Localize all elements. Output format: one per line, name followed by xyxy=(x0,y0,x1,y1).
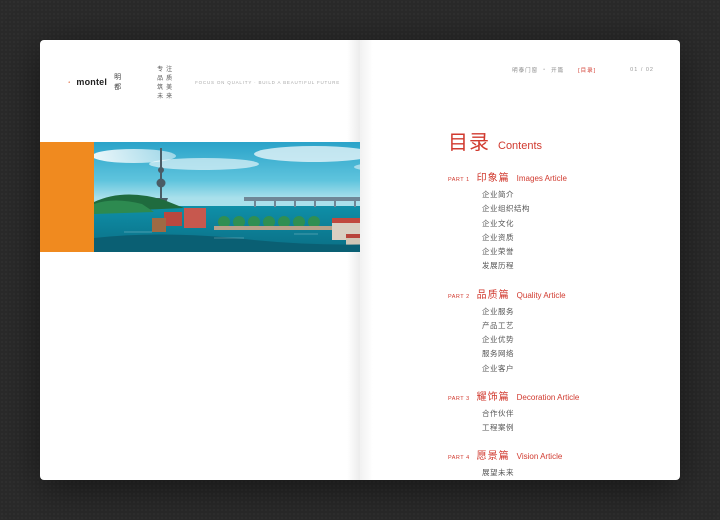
toc-title-cn: 目录 xyxy=(448,126,490,155)
toc-item: 展望未来 xyxy=(482,466,660,480)
toc-part-tag: PART 1 xyxy=(448,177,470,183)
breadcrumb-2: 开篇 xyxy=(551,66,564,74)
toc-item: 企业资质 xyxy=(482,231,660,245)
toc-part-tag: PART 3 xyxy=(448,396,470,402)
toc-part: PART 1 印象篇 Images Article 企业简介企业组织结构企业文化企业资… xyxy=(448,169,660,274)
toc-part-items: 企业服务产品工艺企业优势服务网络企业客户 xyxy=(482,305,660,376)
toc-title-en: Contents xyxy=(498,140,542,152)
logo-wordmark: montel xyxy=(76,77,107,87)
toc-item: 企业服务 xyxy=(482,305,660,319)
toc-part-head: PART 2 品质篇 Quality Article xyxy=(448,286,660,301)
breadcrumb-1: 明泰门窗 xyxy=(512,66,538,74)
toc-part-cn: 愿景篇 xyxy=(477,447,510,462)
tagline-cn: 专注品质 筑美未来 xyxy=(157,64,175,100)
breadcrumb-sep-icon: • xyxy=(543,67,546,73)
toc-item: 发展历程 xyxy=(482,259,660,273)
logo-cn-name: 明都 xyxy=(114,72,121,92)
section-label: [目录] xyxy=(578,66,596,74)
toc-item: 企业优势 xyxy=(482,333,660,347)
toc-part: PART 4 愿景篇 Vision Article 展望未来 xyxy=(448,447,660,480)
book-spread: montel 明都 专注品质 筑美未来 FOCUS ON QUALITY · B… xyxy=(40,40,680,480)
toc-item: 企业简介 xyxy=(482,188,660,202)
page-left: montel 明都 专注品质 筑美未来 FOCUS ON QUALITY · B… xyxy=(40,40,360,480)
toc-part-head: PART 1 印象篇 Images Article xyxy=(448,169,660,184)
toc-item: 合作伙伴 xyxy=(482,407,660,421)
toc-part: PART 3 耀饰篇 Decoration Article 合作伙伴工程案例 xyxy=(448,388,660,436)
toc-part-cn: 耀饰篇 xyxy=(477,388,510,403)
toc-part-en: Decoration Article xyxy=(517,393,580,402)
logo-icon xyxy=(68,76,70,88)
toc-item: 服务网络 xyxy=(482,347,660,361)
toc-item: 企业文化 xyxy=(482,217,660,231)
toc-part-items: 企业简介企业组织结构企业文化企业资质企业荣誉发展历程 xyxy=(482,188,660,274)
page-right: 明泰门窗 • 开篇 [目录] 01 / 02 目录 Contents PART … xyxy=(360,40,680,480)
toc-part-en: Images Article xyxy=(517,174,567,183)
toc-item: 企业荣誉 xyxy=(482,245,660,259)
toc-item: 产品工艺 xyxy=(482,319,660,333)
table-of-contents: 目录 Contents PART 1印象篇Images Article企业简介企… xyxy=(448,126,660,480)
header-left: montel 明都 专注品质 筑美未来 FOCUS ON QUALITY · B… xyxy=(68,64,340,100)
tagline-en: FOCUS ON QUALITY · BUILD A BEAUTIFUL FUT… xyxy=(195,80,340,85)
orange-accent-block xyxy=(40,142,94,252)
toc-part-en: Quality Article xyxy=(517,291,566,300)
hero-photo xyxy=(94,142,360,252)
toc-part-en: Vision Article xyxy=(517,452,563,461)
toc-part-tag: PART 2 xyxy=(448,294,470,300)
toc-part-head: PART 3 耀饰篇 Decoration Article xyxy=(448,388,660,403)
page-number: 01 / 02 xyxy=(630,67,654,73)
toc-part: PART 2 品质篇 Quality Article 企业服务产品工艺企业优势服务网络… xyxy=(448,286,660,376)
photo-strip xyxy=(40,142,360,252)
header-right: 明泰门窗 • 开篇 [目录] 01 / 02 xyxy=(380,66,654,74)
toc-part-head: PART 4 愿景篇 Vision Article xyxy=(448,447,660,462)
toc-part-tag: PART 4 xyxy=(448,455,470,461)
toc-part-items: 展望未来 xyxy=(482,466,660,480)
toc-part-items: 合作伙伴工程案例 xyxy=(482,407,660,436)
toc-title: 目录 Contents xyxy=(448,126,660,155)
toc-part-cn: 印象篇 xyxy=(477,169,510,184)
toc-item: 工程案例 xyxy=(482,421,660,435)
toc-part-cn: 品质篇 xyxy=(477,286,510,301)
toc-item: 企业客户 xyxy=(482,362,660,376)
toc-item: 企业组织结构 xyxy=(482,202,660,216)
